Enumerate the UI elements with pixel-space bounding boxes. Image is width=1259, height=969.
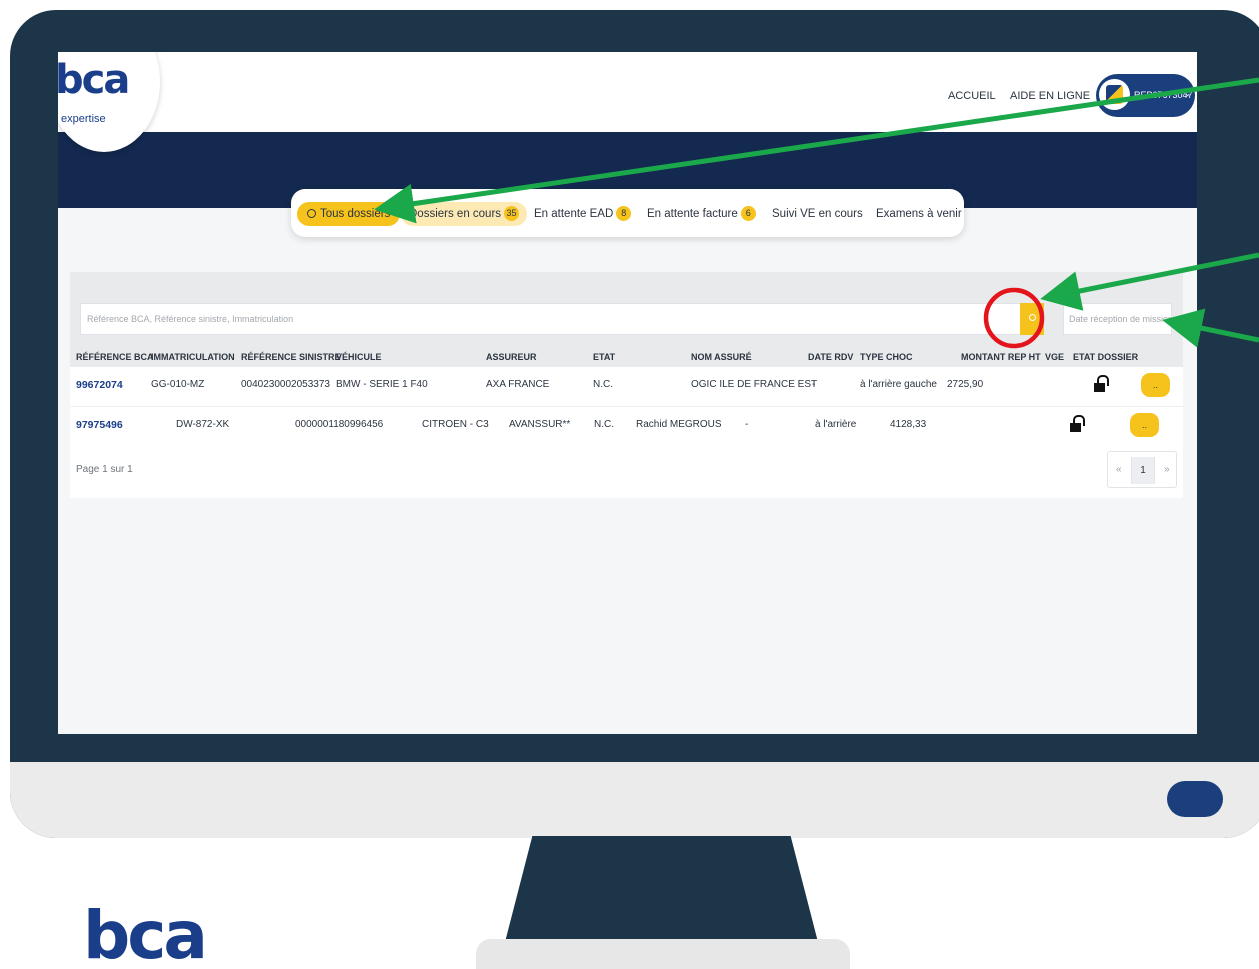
tab-label: Dossiers en cours xyxy=(409,208,502,220)
column-header[interactable]: VGE xyxy=(1045,352,1064,362)
tab-suivi-ve[interactable]: Suivi VE en cours xyxy=(772,202,863,226)
column-header[interactable]: DATE RDV xyxy=(808,352,853,362)
cell-vehicule: BMW - SERIE 1 F40 xyxy=(336,379,428,390)
logo-subtitle: expertise xyxy=(61,113,106,125)
user-menu-button[interactable]: REP67673047 ⌄ xyxy=(1096,74,1195,117)
unlock-icon xyxy=(1069,415,1087,433)
cell-assureur: AXA FRANCE xyxy=(486,379,550,390)
tab-en-attente-ead[interactable]: En attente EAD 8 xyxy=(534,202,632,226)
cell-immatriculation: GG-010-MZ xyxy=(151,379,205,390)
ref-bca-link[interactable]: 99672074 xyxy=(76,379,123,391)
prev-page-button[interactable]: « xyxy=(1116,464,1122,475)
table-row[interactable]: 99672074 GG-010-MZ 0040230002053373 BMW … xyxy=(70,367,1183,404)
results-panel: RÉFÉRENCE BCA IMMATRICULATION RÉFÉRENCE … xyxy=(70,272,1183,498)
column-header[interactable]: ASSUREUR xyxy=(486,352,537,362)
tab-en-attente-facture[interactable]: En attente facture 6 xyxy=(647,202,756,226)
monitor-chin xyxy=(10,762,1259,838)
row-action-button[interactable]: .. xyxy=(1141,373,1170,397)
ref-bca-link[interactable]: 97975496 xyxy=(76,419,123,431)
monitor-stand xyxy=(504,836,819,946)
cell-vehicule: CITROEN - C3 xyxy=(422,419,489,430)
cell-immatriculation: DW-872-XK xyxy=(176,419,230,430)
tab-dossiers-en-cours[interactable]: Dossiers en cours 35 xyxy=(401,202,528,226)
cell-assureur: AVANSSUR** xyxy=(509,419,571,430)
tab-tous-dossiers[interactable]: Tous dossiers xyxy=(297,202,401,226)
pagination: « 1 » xyxy=(1107,451,1177,488)
column-header[interactable]: RÉFÉRENCE BCA xyxy=(76,352,154,362)
nav-accueil[interactable]: ACCUEIL xyxy=(948,90,996,102)
tab-label: Tous dossiers xyxy=(320,208,391,220)
cell-type-choc: à l'arrière xyxy=(815,419,857,430)
cell-etat: N.C. xyxy=(593,379,613,390)
count-badge: 8 xyxy=(616,206,632,222)
column-header[interactable]: ETAT DOSSIER xyxy=(1073,352,1138,362)
cell-ref-sinistre: 0040230002053373 xyxy=(241,379,330,390)
column-header[interactable]: MONTANT REP HT xyxy=(961,352,1041,362)
cell-type-choc: à l'arrière gauche xyxy=(860,379,937,390)
table-row[interactable]: 97975496 DW-872-XK 0000001180996456 CITR… xyxy=(70,406,1183,443)
folder-tabs: Tous dossiers Dossiers en cours 35 En att… xyxy=(291,189,964,237)
unlock-icon xyxy=(1093,375,1111,393)
cell-etat: N.C. xyxy=(594,419,614,430)
top-navbar: bca expertise ACCUEIL AIDE EN LIGNE REP6… xyxy=(58,52,1197,152)
next-page-button[interactable]: » xyxy=(1164,464,1170,475)
logo[interactable]: bca xyxy=(58,60,130,100)
column-header[interactable]: VÉHICULE xyxy=(336,352,382,362)
date-reception-input[interactable] xyxy=(1063,303,1172,335)
cell-nom-assure: Rachid MEGROUS xyxy=(636,419,722,430)
column-header[interactable]: TYPE CHOC xyxy=(860,352,913,362)
tab-label: En attente facture xyxy=(647,208,738,220)
cell-date-rdv: - xyxy=(745,419,749,430)
user-avatar-icon xyxy=(1099,79,1130,110)
power-button xyxy=(1167,781,1223,817)
cell-montant: 2725,90 xyxy=(947,379,984,390)
page-indicator: Page 1 sur 1 xyxy=(76,464,133,475)
chevron-down-icon: ⌄ xyxy=(1184,88,1192,98)
page-button-current[interactable]: 1 xyxy=(1131,457,1155,484)
count-badge: 6 xyxy=(740,206,756,222)
cell-date-rdv: - xyxy=(812,379,816,390)
tab-examens-a-venir[interactable]: Examens à venir xyxy=(876,202,962,226)
cell-montant: 4128,33 xyxy=(890,419,927,430)
cell-ref-sinistre: 0000001180996456 xyxy=(295,419,384,430)
column-header[interactable]: IMMATRICULATION xyxy=(151,352,235,362)
app-screen: bca expertise ACCUEIL AIDE EN LIGNE REP6… xyxy=(58,52,1197,734)
search-icon xyxy=(1028,314,1036,321)
column-header[interactable]: ETAT xyxy=(593,352,615,362)
count-badge: 35 xyxy=(504,206,520,222)
column-header[interactable]: RÉFÉRENCE SINISTRE xyxy=(241,352,341,362)
row-action-button[interactable]: .. xyxy=(1130,413,1159,437)
search-icon xyxy=(307,209,316,218)
nav-aide-en-ligne[interactable]: AIDE EN LIGNE xyxy=(1010,90,1090,102)
footer-logo: bca xyxy=(83,897,208,969)
tab-label: En attente EAD xyxy=(534,208,614,220)
search-button[interactable] xyxy=(1020,303,1044,335)
search-input[interactable] xyxy=(80,303,1030,335)
column-header[interactable]: NOM ASSURÉ xyxy=(691,352,752,362)
cell-nom-assure: OGIC ILE DE FRANCE EST xyxy=(691,379,818,390)
monitor-foot xyxy=(476,939,850,969)
